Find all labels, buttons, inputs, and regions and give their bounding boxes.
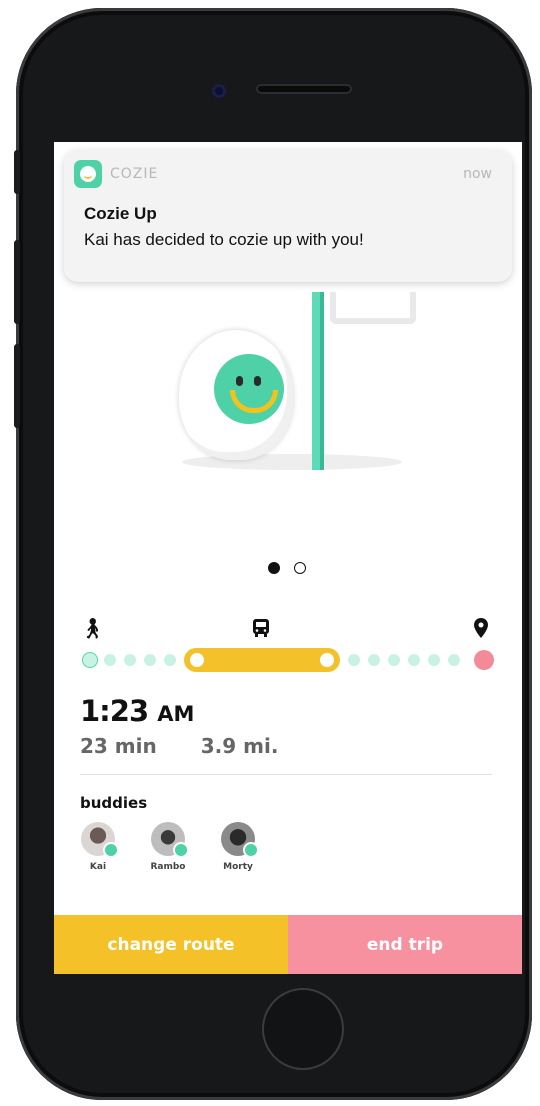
walk-step-dot <box>368 654 380 666</box>
arrival-ampm: AM <box>157 702 195 726</box>
buddies-heading: buddies <box>80 794 148 812</box>
bus-icon <box>253 619 269 637</box>
avatar <box>221 822 259 858</box>
buddy-name: Rambo <box>150 862 186 872</box>
app-screen: COZIE now Cozie Up Kai has decided to co… <box>54 142 522 974</box>
cozie-mascot-face <box>214 354 284 424</box>
home-button[interactable] <box>262 988 344 1070</box>
walk-step-dot <box>388 654 400 666</box>
walk-icon: 🚶︎ <box>80 616 106 640</box>
push-notification[interactable]: COZIE now Cozie Up Kai has decided to co… <box>64 150 512 282</box>
carousel-page-indicator[interactable] <box>268 562 306 574</box>
volume-up-button <box>14 240 20 324</box>
arrival-time: 1:23 AM <box>80 694 194 728</box>
divider <box>80 774 492 775</box>
trip-duration: 23 min <box>80 734 157 758</box>
notification-title: Cozie Up <box>84 204 157 223</box>
mascot-illustration <box>54 282 522 522</box>
pole-shade <box>320 292 324 470</box>
online-status-dot <box>243 842 259 858</box>
walk-step-dot <box>124 654 136 666</box>
walk-step-dot <box>348 654 360 666</box>
route-start-stop <box>82 652 98 668</box>
bus-segment <box>184 648 340 672</box>
avatar <box>81 822 119 858</box>
change-route-button[interactable]: change route <box>54 915 288 974</box>
notification-body: Kai has decided to cozie up with you! <box>84 230 364 249</box>
front-camera <box>212 84 226 98</box>
buddy-rambo[interactable]: Rambo <box>138 822 198 872</box>
bus-board-point <box>190 653 204 667</box>
action-bar: change route end trip <box>54 915 522 974</box>
mascot-eye-right <box>254 376 261 386</box>
online-status-dot <box>103 842 119 858</box>
buddy-name: Morty <box>223 862 253 872</box>
buddy-morty[interactable]: Morty <box>208 822 268 872</box>
notification-app-name: COZIE <box>110 166 159 182</box>
location-pin-icon <box>474 618 488 638</box>
walk-step-dot <box>164 654 176 666</box>
online-status-dot <box>173 842 189 858</box>
route-progress <box>80 648 494 672</box>
avatar <box>151 822 189 858</box>
bus-alight-point <box>320 653 334 667</box>
bus-stop-sign <box>330 292 416 324</box>
earpiece-speaker <box>256 84 352 94</box>
notification-time: now <box>463 166 492 182</box>
volume-down-button <box>14 344 20 428</box>
walk-step-dot <box>428 654 440 666</box>
mute-switch <box>14 150 20 194</box>
page-dot-active[interactable] <box>268 562 280 574</box>
walk-step-dot <box>144 654 156 666</box>
walk-step-dot <box>104 654 116 666</box>
end-trip-button[interactable]: end trip <box>288 915 522 974</box>
walk-step-dot <box>408 654 420 666</box>
page-dot-inactive[interactable] <box>294 562 306 574</box>
mascot-smile <box>230 390 278 413</box>
trip-stats: 23 min 3.9 mi. <box>80 734 278 758</box>
buddy-name: Kai <box>89 862 107 872</box>
mascot-eye-left <box>236 376 243 386</box>
route-destination-stop <box>474 650 494 670</box>
walk-step-dot <box>448 654 460 666</box>
buddy-kai[interactable]: Kai <box>68 822 128 872</box>
arrival-time-value: 1:23 <box>80 694 149 728</box>
cozie-app-icon <box>74 160 102 188</box>
trip-distance: 3.9 mi. <box>200 734 279 758</box>
